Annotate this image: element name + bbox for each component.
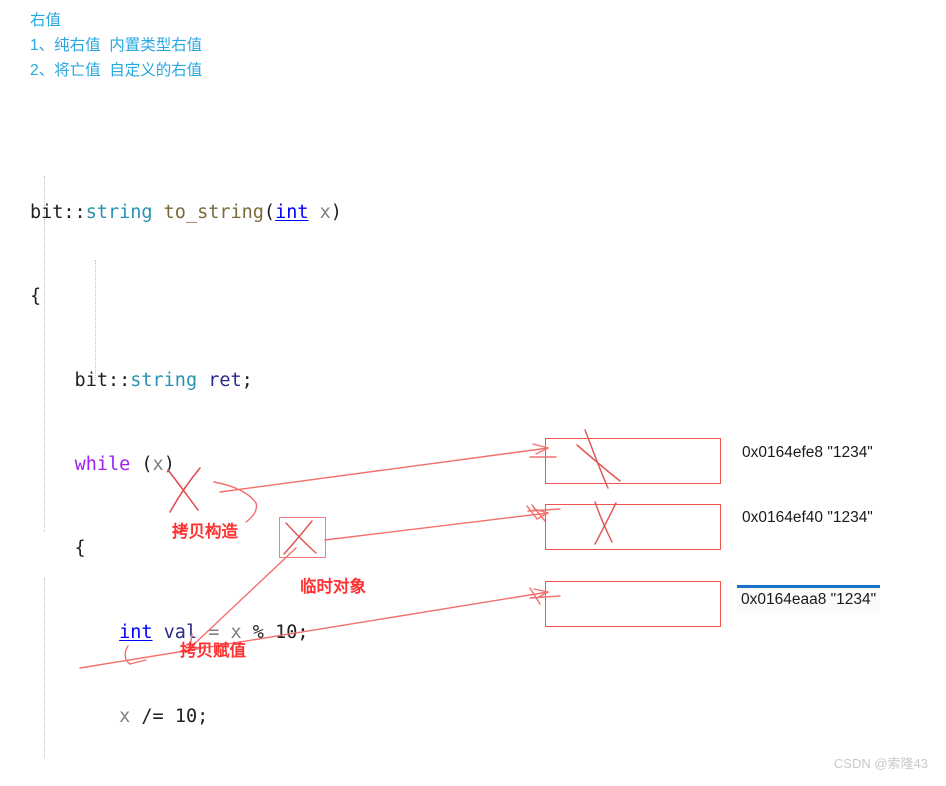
note-line-title: 右值 [30, 12, 62, 29]
memory-box-1 [545, 438, 721, 484]
code-line-4: while (x) [74, 454, 175, 475]
annotation-copy-construct: 拷贝构造 [172, 523, 238, 541]
annotation-copy-assign: 拷贝赋值 [180, 642, 246, 660]
code-line-3: bit::string ret; [30, 370, 253, 391]
temp-object-box [279, 517, 326, 558]
annotation-temp-object: 临时对象 [300, 578, 366, 596]
code-line-7: x /= 10; [119, 706, 209, 727]
memory-box-3 [545, 581, 721, 627]
screenshot-canvas: 右值 1、纯右值 内置类型右值 2、将亡值 自定义的右值 bit::string… [0, 0, 946, 786]
note-line-2: 2、将亡值 自定义的右值 [30, 62, 203, 79]
notes-block: 右值 1、纯右值 内置类型右值 2、将亡值 自定义的右值 [30, 8, 590, 83]
code-line-1: bit::string to_string(int x) [30, 202, 342, 223]
code-block: bit::string to_string(int x) { bit::stri… [30, 143, 431, 786]
memory-box-2 [545, 504, 721, 550]
note-line-1: 1、纯右值 内置类型右值 [30, 37, 203, 54]
memory-address-label-2: 0x0164ef40 "1234" [742, 509, 873, 526]
memory-address-label-1: 0x0164efe8 "1234" [742, 444, 873, 461]
code-line-2: { [30, 286, 42, 307]
memory-address-label-3: 0x0164eaa8 "1234" [737, 585, 881, 613]
csdn-watermark: CSDN @索隆43 [833, 756, 928, 771]
